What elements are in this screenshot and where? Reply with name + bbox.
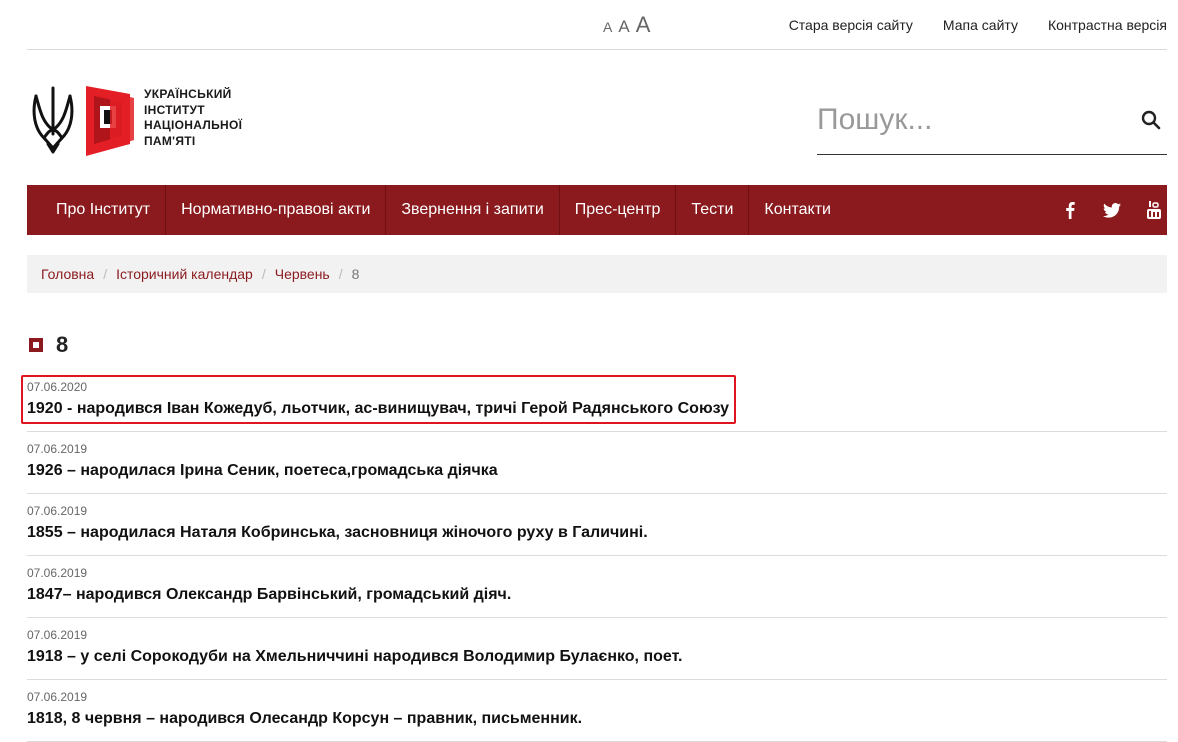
nav-item-contacts[interactable]: Контакти bbox=[749, 185, 846, 235]
facebook-icon[interactable] bbox=[1059, 199, 1081, 221]
list-item[interactable]: 07.06.2019 1918 – у селі Сорокодуби на Х… bbox=[27, 618, 1167, 680]
nav-item-tests[interactable]: Тести bbox=[676, 185, 750, 235]
search-icon[interactable] bbox=[1141, 110, 1163, 132]
breadcrumb-separator: / bbox=[338, 266, 343, 282]
article-list: 07.06.2020 1920 - народився Іван Кожедуб… bbox=[27, 370, 1167, 742]
logo-mark-icon bbox=[86, 86, 134, 156]
article-date: 07.06.2019 bbox=[27, 504, 88, 518]
list-item[interactable]: 07.06.2019 1855 – народилася Наталя Кобр… bbox=[27, 494, 1167, 556]
breadcrumb-calendar[interactable]: Історичний календар bbox=[116, 266, 253, 282]
contrast-version-link[interactable]: Контрастна версія bbox=[1048, 17, 1167, 33]
breadcrumb-separator: / bbox=[261, 266, 266, 282]
article-date: 07.06.2019 bbox=[27, 690, 88, 704]
list-item[interactable]: 07.06.2019 1818, 8 червня – народився Ол… bbox=[27, 680, 1167, 742]
logo-text: УКРАЇНСЬКИЙ ІНСТИТУТ НАЦІОНАЛЬНОЇ ПАМ'ЯТ… bbox=[144, 87, 243, 148]
article-title-link[interactable]: 1926 – народилася Ірина Сеник, поетеса,г… bbox=[27, 462, 498, 480]
nav-item-about[interactable]: Про Інститут bbox=[27, 185, 167, 235]
old-version-link[interactable]: Стара версія сайту bbox=[789, 17, 913, 33]
article-title-link[interactable]: 1918 – у селі Сорокодуби на Хмельниччині… bbox=[27, 648, 682, 666]
social-links bbox=[1059, 185, 1167, 235]
breadcrumb: Головна / Історичний календар / Червень … bbox=[27, 255, 1167, 293]
font-size-medium-button[interactable]: A bbox=[618, 17, 629, 37]
list-item[interactable]: 07.06.2019 1847– народився Олександр Бар… bbox=[27, 556, 1167, 618]
search-input[interactable] bbox=[817, 96, 1117, 144]
article-title-link[interactable]: 1847– народився Олександр Барвінський, г… bbox=[27, 586, 511, 604]
square-bullet-icon bbox=[29, 338, 43, 352]
top-links: Стара версія сайту Мапа сайту Контрастна… bbox=[789, 17, 1167, 33]
nav-item-legal-acts[interactable]: Нормативно-правові акти bbox=[166, 185, 387, 235]
article-title-link[interactable]: 1855 – народилася Наталя Кобринська, зас… bbox=[27, 524, 648, 542]
page-title: 8 bbox=[56, 332, 69, 357]
article-date: 07.06.2019 bbox=[27, 442, 88, 456]
youtube-icon[interactable] bbox=[1143, 199, 1165, 221]
list-item[interactable]: 07.06.2020 1920 - народився Іван Кожедуб… bbox=[27, 370, 1167, 432]
font-size-large-button[interactable]: A bbox=[636, 12, 651, 38]
article-title-link[interactable]: 1818, 8 червня – народився Олесандр Корс… bbox=[27, 710, 582, 728]
list-item[interactable]: 07.06.2019 1926 – народилася Ірина Сеник… bbox=[27, 432, 1167, 494]
trident-icon bbox=[32, 86, 134, 156]
breadcrumb-month[interactable]: Червень bbox=[275, 266, 330, 282]
top-bar: A A A Стара версія сайту Мапа сайту Конт… bbox=[27, 0, 1167, 50]
main-nav: Про Інститут Нормативно-правові акти Зве… bbox=[27, 185, 1167, 235]
page-heading: 8 bbox=[29, 332, 68, 358]
font-size-switcher: A A A bbox=[603, 12, 650, 38]
article-date: 07.06.2019 bbox=[27, 628, 88, 642]
article-title-link[interactable]: 1920 - народився Іван Кожедуб, льотчик, … bbox=[27, 400, 729, 418]
breadcrumb-current: 8 bbox=[351, 266, 360, 282]
breadcrumb-separator: / bbox=[103, 266, 108, 282]
font-size-small-button[interactable]: A bbox=[603, 19, 612, 35]
twitter-icon[interactable] bbox=[1101, 199, 1123, 221]
search-box bbox=[817, 96, 1167, 155]
breadcrumb-home[interactable]: Головна bbox=[41, 266, 94, 282]
nav-item-press-center[interactable]: Прес-центр bbox=[560, 185, 677, 235]
nav-item-appeals[interactable]: Звернення і запити bbox=[386, 185, 560, 235]
article-date: 07.06.2020 bbox=[27, 380, 88, 394]
sitemap-link[interactable]: Мапа сайту bbox=[943, 17, 1018, 33]
article-date: 07.06.2019 bbox=[27, 566, 88, 580]
